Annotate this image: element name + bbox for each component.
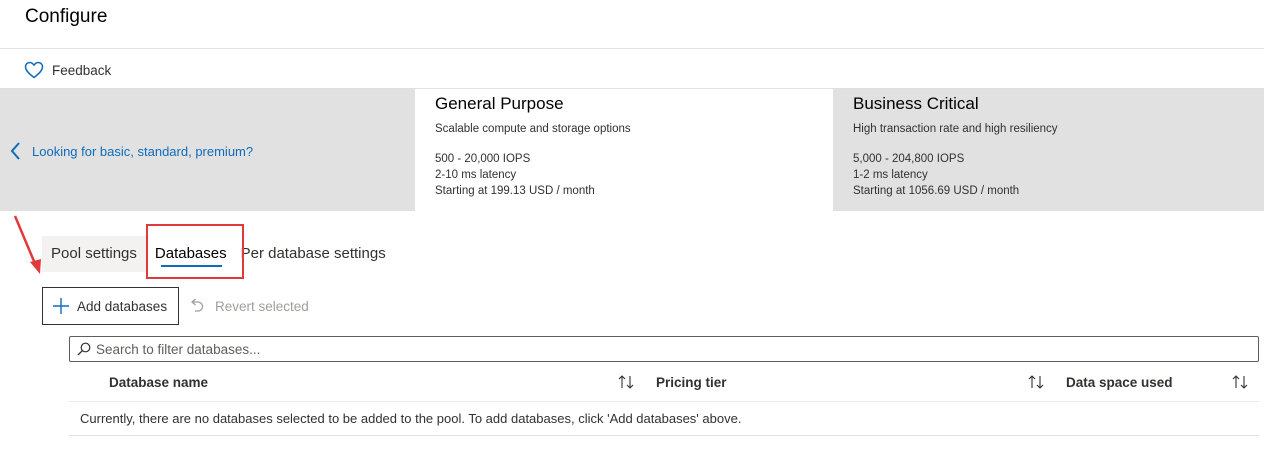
tier-name: Business Critical <box>853 94 979 113</box>
empty-table-message: Currently, there are no databases select… <box>80 411 742 426</box>
sort-icon[interactable] <box>1230 372 1250 392</box>
header-divider <box>0 48 1264 49</box>
tier-card-business-critical[interactable]: Business Critical High transaction rate … <box>833 89 1264 211</box>
add-databases-label: Add databases <box>77 298 168 314</box>
tier-description: High transaction rate and high resilienc… <box>853 123 1058 135</box>
tier-description: Scalable compute and storage options <box>435 123 631 135</box>
column-header-pricing-tier[interactable]: Pricing tier <box>656 364 727 401</box>
database-search-box[interactable] <box>69 336 1259 362</box>
undo-icon <box>191 298 204 312</box>
tier-card-general-purpose[interactable]: General Purpose Scalable compute and sto… <box>415 89 833 211</box>
tier-latency: 1-2 ms latency <box>853 169 928 181</box>
back-link-label: Looking for basic, standard, premium? <box>32 143 254 159</box>
annotation-highlight-box <box>146 224 244 279</box>
sort-icon[interactable] <box>616 372 636 392</box>
search-input[interactable] <box>96 341 1246 357</box>
add-databases-button[interactable]: Add databases <box>42 287 179 325</box>
tier-iops: 500 - 20,000 IOPS <box>435 153 531 165</box>
chevron-left-icon <box>10 142 20 160</box>
tier-price: Starting at 199.13 USD / month <box>435 185 595 197</box>
table-header-divider <box>69 401 1259 402</box>
page-title: Configure <box>25 6 108 27</box>
tier-price: Starting at 1056.69 USD / month <box>853 185 1020 197</box>
feedback-label: Feedback <box>52 62 112 78</box>
revert-selected-label: Revert selected <box>215 298 309 314</box>
heart-icon <box>24 61 44 79</box>
column-header-data-space-used[interactable]: Data space used <box>1066 364 1173 401</box>
plus-icon <box>53 298 69 314</box>
feedback-button[interactable]: Feedback <box>24 60 111 80</box>
tier-latency: 2-10 ms latency <box>435 169 517 181</box>
revert-selected-button[interactable]: Revert selected <box>188 287 309 325</box>
command-bar: Add databases Revert selected <box>42 287 309 325</box>
table-row-divider <box>69 435 1259 436</box>
tier-iops: 5,000 - 204,800 IOPS <box>853 153 965 165</box>
search-icon <box>77 342 91 356</box>
column-header-database-name[interactable]: Database name <box>109 364 208 401</box>
sort-icon[interactable] <box>1026 372 1046 392</box>
basic-standard-premium-link[interactable]: Looking for basic, standard, premium? <box>9 141 253 161</box>
tab-per-database-settings[interactable]: Per database settings <box>236 236 395 272</box>
tier-name: General Purpose <box>435 94 564 113</box>
tab-pool-settings[interactable]: Pool settings <box>42 236 146 272</box>
